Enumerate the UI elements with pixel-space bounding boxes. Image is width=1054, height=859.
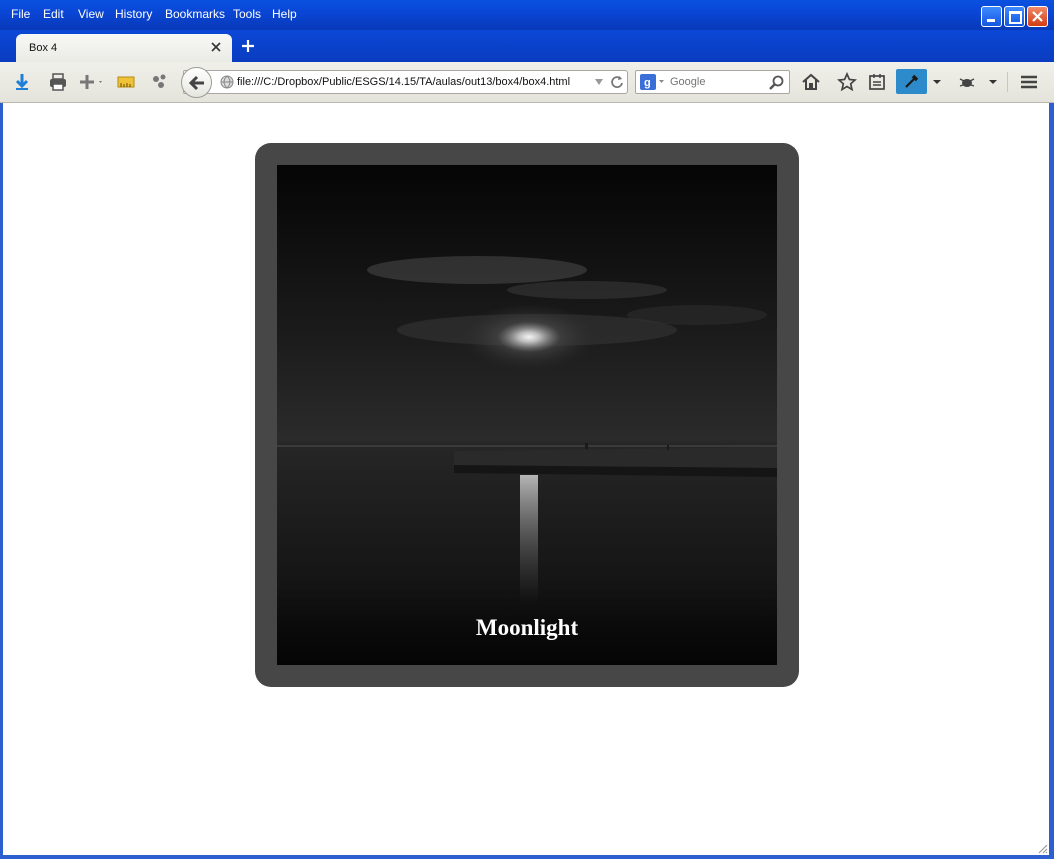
home-icon[interactable]: [801, 72, 821, 92]
menu-history[interactable]: History: [115, 7, 152, 21]
download-icon[interactable]: [12, 72, 32, 92]
close-icon: [1032, 11, 1043, 22]
tab-strip: Box 4: [0, 30, 1054, 62]
eyedropper-button[interactable]: [896, 69, 927, 94]
navigation-toolbar: file:///C:/Dropbox/Public/ESGS/14.15/TA/…: [0, 62, 1054, 103]
back-button[interactable]: [181, 67, 212, 98]
menu-bookmarks[interactable]: Bookmarks: [165, 7, 225, 21]
eyedropper-dropdown-icon[interactable]: [931, 72, 943, 92]
star-icon[interactable]: [837, 72, 857, 92]
menu-view[interactable]: View: [78, 7, 104, 21]
bug-dropdown-icon[interactable]: [987, 72, 999, 92]
minimize-button[interactable]: [981, 6, 1002, 27]
tab-box4[interactable]: Box 4: [16, 34, 232, 62]
svg-text:g: g: [644, 77, 651, 89]
new-tab-icon[interactable]: [241, 39, 255, 53]
window-frame-bottom: [0, 855, 1054, 859]
maximize-button[interactable]: [1004, 6, 1025, 27]
menu-file[interactable]: File: [11, 7, 30, 21]
search-input[interactable]: [670, 75, 764, 89]
print-icon[interactable]: [48, 72, 68, 92]
menu-help[interactable]: Help: [272, 7, 297, 21]
moonlight-image: [277, 165, 777, 665]
menu-icon[interactable]: [1019, 72, 1039, 92]
eyedropper-icon: [905, 74, 919, 88]
title-bar: File Edit View History Bookmarks Tools H…: [0, 0, 1054, 30]
resize-grip-icon[interactable]: [1036, 842, 1048, 854]
google-icon[interactable]: g: [640, 74, 666, 90]
bug-icon[interactable]: [957, 72, 977, 92]
photo-box: Moonlight: [255, 143, 799, 687]
toolbar-separator: [1007, 72, 1008, 92]
close-window-button[interactable]: [1027, 6, 1048, 27]
globe-icon: [220, 75, 234, 89]
reader-icon[interactable]: [867, 72, 887, 92]
search-icon[interactable]: [769, 75, 785, 91]
close-tab-icon[interactable]: [209, 40, 223, 54]
moonlight-photo: Moonlight: [277, 165, 777, 665]
search-bar[interactable]: g: [635, 70, 790, 94]
reload-icon[interactable]: [610, 75, 624, 89]
back-icon: [188, 75, 204, 91]
menu-tools[interactable]: Tools: [233, 7, 261, 21]
photo-caption: Moonlight: [475, 615, 579, 640]
tab-title: Box 4: [29, 42, 58, 54]
page-viewport: Moonlight: [3, 103, 1049, 855]
menu-edit[interactable]: Edit: [43, 7, 64, 21]
add-icon[interactable]: [78, 72, 106, 92]
window-frame-right: [1049, 103, 1054, 859]
url-text[interactable]: file:///C:/Dropbox/Public/ESGS/14.15/TA/…: [237, 76, 570, 88]
url-bar[interactable]: file:///C:/Dropbox/Public/ESGS/14.15/TA/…: [183, 70, 628, 94]
share-icon[interactable]: [150, 72, 170, 92]
dropdown-icon[interactable]: [594, 78, 604, 86]
ruler-icon[interactable]: [116, 72, 136, 92]
